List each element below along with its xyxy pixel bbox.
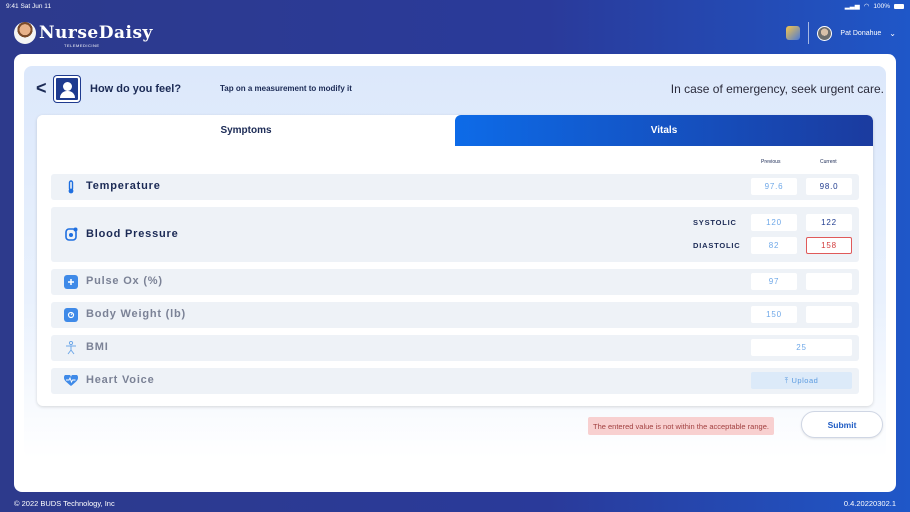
row-heart-voice[interactable]: Heart Voice ⤒ Upload bbox=[51, 368, 859, 394]
row-blood-pressure[interactable]: Blood Pressure SYSTOLIC DIASTOLIC 120 12… bbox=[51, 207, 859, 262]
systolic-current[interactable]: 122 bbox=[806, 214, 852, 231]
tab-symptoms[interactable]: Symptoms bbox=[37, 115, 455, 146]
error-message: The entered value is not within the acce… bbox=[588, 417, 774, 435]
pulse-ox-previous: 97 bbox=[751, 273, 797, 290]
signal-icon: ▂▃▅ bbox=[844, 3, 860, 10]
row-pulse-ox[interactable]: Pulse Ox (%) 97 bbox=[51, 269, 859, 295]
page-hint: Tap on a measurement to modify it bbox=[220, 84, 352, 93]
submit-button[interactable]: Submit bbox=[801, 411, 883, 438]
upload-label: Upload bbox=[791, 376, 819, 385]
emergency-notice: In case of emergency, seek urgent care. bbox=[670, 82, 884, 96]
body-weight-current[interactable] bbox=[806, 306, 852, 323]
status-indicators: ▂▃▅ ◠ 100% bbox=[845, 2, 904, 10]
row-bmi: BMI 25 bbox=[51, 335, 859, 361]
chevron-down-icon[interactable]: ⌄ bbox=[889, 29, 896, 38]
row-label: Temperature bbox=[86, 180, 161, 192]
temperature-current[interactable]: 98.0 bbox=[806, 178, 852, 195]
diastolic-current[interactable]: 158 bbox=[806, 237, 852, 254]
app-header: NurseDaisy TELEMEDICINE Pat Donahue ⌄ bbox=[0, 12, 910, 54]
diastolic-previous: 82 bbox=[751, 237, 797, 254]
copyright: © 2022 BUDS Technology, Inc bbox=[14, 498, 115, 508]
pulse-ox-current[interactable] bbox=[806, 273, 852, 290]
tab-vitals[interactable]: Vitals bbox=[455, 115, 873, 146]
footer: © 2022 BUDS Technology, Inc 0.4.20220302… bbox=[0, 494, 910, 512]
systolic-label: SYSTOLIC bbox=[693, 218, 737, 227]
bmi-icon bbox=[64, 341, 78, 355]
nurse-logo-icon bbox=[14, 22, 36, 44]
wifi-icon: ◠ bbox=[863, 3, 870, 10]
row-body-weight[interactable]: Body Weight (lb) 150 bbox=[51, 302, 859, 328]
pulse-ox-icon bbox=[64, 275, 78, 289]
measurements-card: Symptoms Vitals Previous Current Tempera… bbox=[37, 115, 873, 406]
page-title: How do you feel? bbox=[90, 83, 182, 95]
temperature-previous: 97.6 bbox=[751, 178, 797, 195]
back-icon[interactable]: < bbox=[36, 78, 47, 99]
main-panel: < How do you feel? Tap on a measurement … bbox=[14, 54, 896, 492]
user-menu[interactable]: Pat Donahue ⌄ bbox=[786, 22, 896, 44]
page-header: < How do you feel? Tap on a measurement … bbox=[24, 66, 886, 111]
blood-pressure-icon bbox=[64, 227, 78, 241]
row-label: Body Weight (lb) bbox=[86, 308, 186, 320]
version: 0.4.20220302.1 bbox=[843, 498, 896, 508]
heart-voice-icon bbox=[64, 374, 78, 388]
notification-icon[interactable] bbox=[786, 26, 801, 40]
user-name[interactable]: Pat Donahue bbox=[840, 30, 881, 37]
brand-logo[interactable]: NurseDaisy TELEMEDICINE bbox=[14, 22, 153, 48]
row-temperature[interactable]: Temperature 97.6 98.0 bbox=[51, 174, 859, 200]
battery-percent: 100% bbox=[873, 2, 890, 10]
status-bar: 9:41 Sat Jun 11 ▂▃▅ ◠ 100% bbox=[0, 0, 910, 12]
avatar[interactable] bbox=[817, 25, 833, 41]
upload-button[interactable]: ⤒ Upload bbox=[751, 372, 852, 389]
upload-icon: ⤒ bbox=[784, 375, 789, 385]
row-label: Pulse Ox (%) bbox=[86, 275, 163, 287]
row-label: Blood Pressure bbox=[86, 228, 179, 240]
row-label: BMI bbox=[86, 341, 109, 353]
column-previous: Previous bbox=[761, 159, 781, 165]
status-time: 9:41 Sat Jun 11 bbox=[6, 2, 52, 10]
brand-subtitle: TELEMEDICINE bbox=[64, 43, 100, 48]
diastolic-label: DIASTOLIC bbox=[693, 241, 741, 250]
divider bbox=[808, 22, 810, 44]
battery-icon bbox=[894, 3, 904, 9]
brand-name: NurseDaisy bbox=[39, 23, 153, 43]
body-weight-previous: 150 bbox=[751, 306, 797, 323]
row-label: Heart Voice bbox=[86, 374, 155, 386]
tab-bar: Symptoms Vitals bbox=[37, 115, 873, 146]
content-area: < How do you feel? Tap on a measurement … bbox=[24, 66, 886, 458]
scale-icon bbox=[64, 308, 78, 322]
systolic-previous: 120 bbox=[751, 214, 797, 231]
person-icon bbox=[54, 76, 80, 102]
bmi-value: 25 bbox=[751, 339, 852, 356]
thermometer-icon bbox=[64, 180, 78, 194]
column-current: Current bbox=[820, 159, 837, 165]
